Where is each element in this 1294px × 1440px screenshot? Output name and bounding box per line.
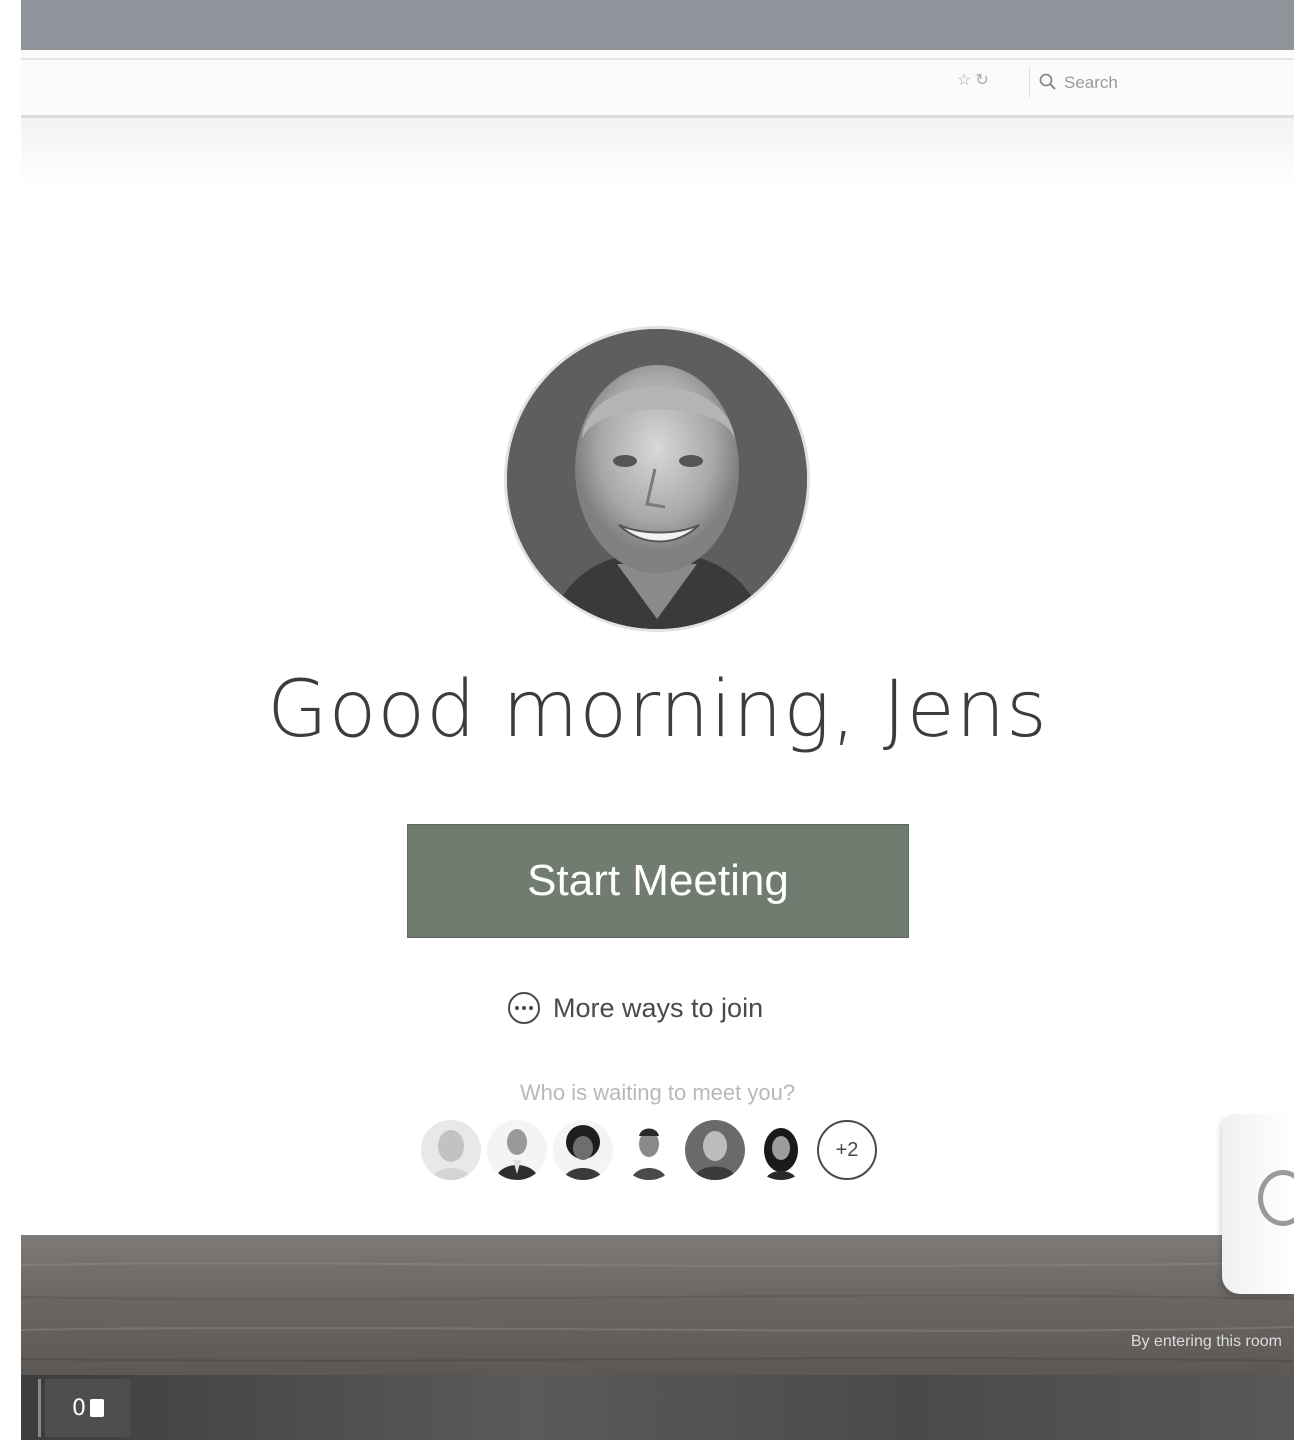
refresh-icon[interactable]: ↻	[975, 72, 992, 89]
more-options-icon	[508, 992, 540, 1024]
star-icon[interactable]: ☆	[957, 72, 975, 89]
left-margin	[0, 0, 21, 1440]
browser-toolbar: ☆↻	[21, 50, 1294, 118]
toolbar-icons: ☆↻	[957, 70, 993, 90]
more-ways-label: More ways to join	[553, 992, 764, 1023]
avatar-portrait	[507, 329, 807, 629]
waiting-person-avatar[interactable]	[487, 1120, 547, 1180]
search-box[interactable]	[1029, 66, 1294, 98]
taskbar: 0	[21, 1375, 1294, 1440]
start-meeting-button[interactable]: Start Meeting	[407, 824, 909, 938]
search-icon	[1039, 73, 1056, 90]
header-band	[21, 118, 1294, 190]
more-ways-to-join-link[interactable]: More ways to join	[507, 988, 763, 1028]
mug-decoration	[1222, 1114, 1294, 1294]
notification-count: 0	[72, 1395, 86, 1421]
notification-icon	[90, 1399, 104, 1417]
waiting-person-avatar[interactable]	[421, 1120, 481, 1180]
waiting-more-count[interactable]: +2	[817, 1120, 877, 1180]
mug-handle	[1258, 1170, 1294, 1226]
greeting-title: Good morning, Jens	[267, 665, 1048, 755]
notification-widget[interactable]: 0	[45, 1379, 131, 1437]
waiting-people-list: +2	[421, 1120, 877, 1184]
avatar	[504, 326, 810, 632]
waiting-person-avatar[interactable]	[685, 1120, 745, 1180]
desk-caption: By entering this room	[1130, 1333, 1282, 1350]
waiting-person-avatar[interactable]	[751, 1120, 811, 1180]
waiting-person-avatar[interactable]	[553, 1120, 613, 1180]
welcome-panel: Good morning, Jens Start Meeting More wa…	[21, 190, 1294, 1235]
window-frame	[21, 0, 1294, 50]
search-input[interactable]	[1062, 70, 1286, 96]
desk-background: By entering this room	[21, 1235, 1294, 1375]
waiting-label: Who is waiting to meet you?	[519, 1080, 796, 1105]
toolbar-divider	[21, 58, 1294, 60]
waiting-person-avatar[interactable]	[619, 1120, 679, 1180]
desk-grain	[21, 1262, 1294, 1362]
taskbar-separator	[38, 1379, 41, 1437]
